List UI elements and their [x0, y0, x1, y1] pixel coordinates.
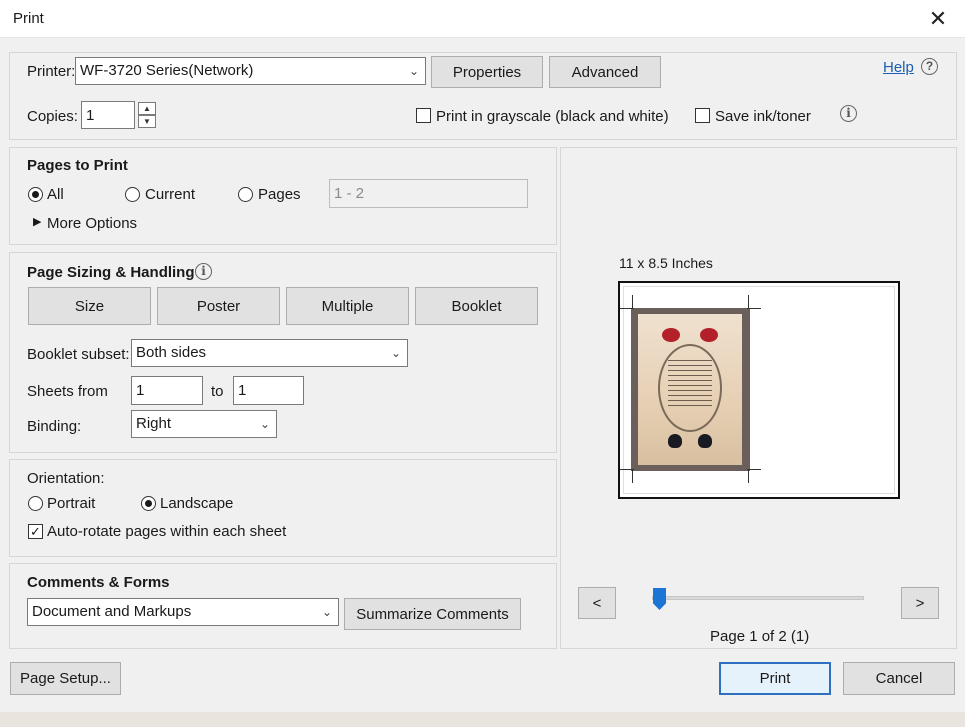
info-icon[interactable]: i	[840, 105, 857, 122]
crop-mark	[748, 469, 749, 483]
chevron-down-icon: ⌄	[390, 346, 402, 360]
grayscale-label: Print in grayscale (black and white)	[436, 108, 669, 125]
landscape-radio[interactable]	[141, 496, 156, 511]
all-label: All	[47, 186, 64, 203]
page-slider-track[interactable]	[652, 596, 864, 600]
binding-select[interactable]: Right ⌄	[131, 410, 277, 438]
raven-left-icon	[668, 434, 682, 448]
chevron-down-icon: ⌄	[321, 605, 333, 619]
copies-up-icon[interactable]: ▲	[138, 102, 156, 115]
booklet-subset-select[interactable]: Both sides ⌄	[131, 339, 408, 367]
advanced-button[interactable]: Advanced	[549, 56, 661, 88]
copies-input[interactable]: 1	[81, 101, 135, 129]
title-bar: Print ✕	[0, 0, 965, 38]
page-status: Page 1 of 2 (1)	[710, 628, 810, 645]
poster-button[interactable]: Poster	[157, 287, 280, 325]
landscape-label: Landscape	[160, 495, 234, 512]
close-icon[interactable]: ✕	[923, 4, 953, 34]
printer-select-value: WF-3720 Series(Network)	[80, 62, 254, 79]
save-ink-label: Save ink/toner	[715, 108, 811, 125]
invitation-text-block	[668, 360, 712, 410]
crop-mark	[632, 295, 633, 309]
booklet-button[interactable]: Booklet	[415, 287, 538, 325]
rose-left-icon	[662, 328, 680, 342]
orientation-heading: Orientation:	[27, 470, 105, 487]
current-radio[interactable]	[125, 187, 140, 202]
sizing-info-icon[interactable]: i	[195, 263, 212, 280]
expand-triangle-icon[interactable]: ▶	[33, 215, 41, 228]
multiple-button[interactable]: Multiple	[286, 287, 409, 325]
pages-label: Pages	[258, 186, 301, 203]
crop-mark	[747, 469, 761, 470]
copies-down-icon[interactable]: ▼	[138, 115, 156, 128]
booklet-subset-value: Both sides	[136, 344, 207, 361]
sheets-to-label: to	[211, 383, 224, 400]
sheets-to-input[interactable]: 1	[233, 376, 304, 405]
binding-label: Binding:	[27, 418, 82, 435]
comments-value: Document and Markups	[32, 603, 192, 620]
prev-page-button[interactable]: <	[578, 587, 616, 619]
crop-mark	[748, 295, 749, 309]
cancel-button[interactable]: Cancel	[843, 662, 955, 695]
invitation-thumbnail	[631, 308, 750, 471]
next-page-button[interactable]: >	[901, 587, 939, 619]
all-radio[interactable]	[28, 187, 43, 202]
chevron-down-icon: ⌄	[259, 417, 271, 431]
raven-right-icon	[698, 434, 712, 448]
autorotate-label: Auto-rotate pages within each sheet	[47, 523, 287, 540]
comments-heading: Comments & Forms	[27, 574, 170, 591]
print-button[interactable]: Print	[719, 662, 831, 695]
binding-value: Right	[136, 415, 172, 432]
background-document-strip	[0, 712, 965, 727]
crop-mark	[632, 469, 633, 483]
summarize-comments-button[interactable]: Summarize Comments	[344, 598, 521, 630]
print-dialog: Print ✕ Printer: WF-3720 Series(Network)…	[0, 0, 965, 727]
current-label: Current	[145, 186, 196, 203]
help-link[interactable]: Help	[883, 59, 914, 76]
more-options-link[interactable]: More Options	[47, 215, 137, 232]
page-setup-button[interactable]: Page Setup...	[10, 662, 121, 695]
size-button[interactable]: Size	[28, 287, 151, 325]
rose-right-icon	[700, 328, 718, 342]
invitation-paper	[638, 314, 742, 465]
properties-button[interactable]: Properties	[431, 56, 543, 88]
sheets-from-label: Sheets from	[27, 383, 108, 400]
paper-size-label: 11 x 8.5 Inches	[619, 255, 713, 271]
page-sizing-heading: Page Sizing & Handling	[27, 264, 195, 281]
sheets-from-input[interactable]: 1	[131, 376, 203, 405]
portrait-label: Portrait	[47, 495, 96, 512]
printer-select[interactable]: WF-3720 Series(Network) ⌄	[75, 57, 426, 85]
autorotate-checkbox[interactable]: ✓	[28, 524, 43, 539]
printer-label: Printer:	[27, 63, 76, 80]
copies-label: Copies:	[27, 108, 78, 125]
grayscale-checkbox[interactable]	[416, 108, 431, 123]
chevron-down-icon: ⌄	[408, 64, 420, 78]
window-title: Print	[13, 10, 44, 27]
preview-sheet	[618, 281, 900, 499]
pages-radio[interactable]	[238, 187, 253, 202]
booklet-subset-label: Booklet subset:	[27, 346, 130, 363]
portrait-radio[interactable]	[28, 496, 43, 511]
save-ink-checkbox[interactable]	[695, 108, 710, 123]
crop-mark	[747, 308, 761, 309]
help-question-icon[interactable]: ?	[921, 58, 938, 75]
pages-to-print-heading: Pages to Print	[27, 157, 128, 174]
comments-select[interactable]: Document and Markups ⌄	[27, 598, 339, 626]
pages-range-input[interactable]: 1 - 2	[329, 179, 528, 208]
